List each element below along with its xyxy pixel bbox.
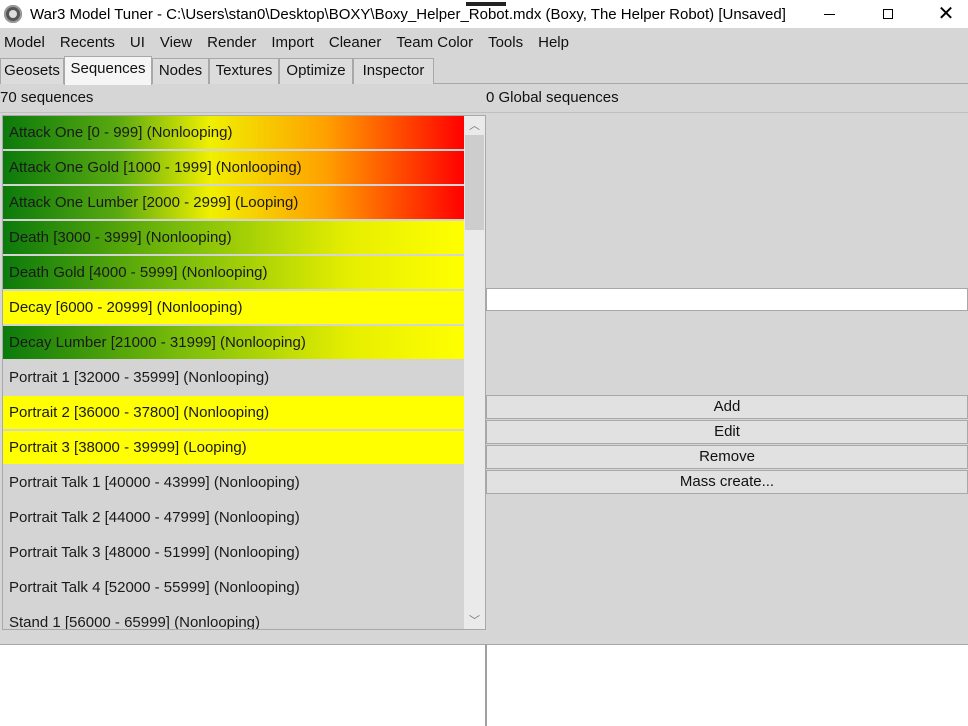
sequence-list-item[interactable]: Attack One Lumber [2000 - 2999] (Looping… xyxy=(3,186,464,219)
sequence-list-item[interactable]: Death Gold [4000 - 5999] (Nonlooping) xyxy=(3,256,464,289)
sequences-panel: 70 sequences 0 Global sequences Attack O… xyxy=(0,84,968,644)
menu-cleaner[interactable]: Cleaner xyxy=(325,34,388,51)
sequence-list-item[interactable]: Attack One Gold [1000 - 1999] (Nonloopin… xyxy=(3,151,464,184)
minimize-button[interactable] xyxy=(806,0,852,28)
bottom-divider-horizontal xyxy=(0,644,968,645)
tab-nodes[interactable]: Nodes xyxy=(152,58,209,84)
sequence-list-item[interactable]: Portrait Talk 3 [48000 - 51999] (Nonloop… xyxy=(3,536,464,569)
close-icon: ✕ xyxy=(937,3,955,25)
sequence-list-item[interactable]: Portrait Talk 4 [52000 - 55999] (Nonloop… xyxy=(3,571,464,604)
global-sequence-list[interactable] xyxy=(486,115,968,369)
maximize-button[interactable] xyxy=(865,0,911,28)
menu-ui[interactable]: UI xyxy=(126,34,151,51)
scroll-thumb[interactable] xyxy=(465,135,484,230)
app-gear-icon[interactable] xyxy=(4,5,22,23)
scroll-up-icon[interactable]: ︿ xyxy=(464,116,485,134)
edit-button[interactable]: Edit xyxy=(486,420,968,444)
menu-import[interactable]: Import xyxy=(267,34,320,51)
sequence-list-item[interactable]: Portrait Talk 1 [40000 - 43999] (Nonloop… xyxy=(3,466,464,499)
minimize-icon xyxy=(823,13,835,15)
global-sequence-input[interactable] xyxy=(486,288,968,311)
sequence-list-item[interactable]: Portrait 3 [38000 - 39999] (Looping) xyxy=(3,431,464,464)
sequence-list[interactable]: Attack One [0 - 999] (Nonlooping) Attack … xyxy=(2,115,486,630)
menu-view[interactable]: View xyxy=(156,34,198,51)
add-button[interactable]: Add xyxy=(486,395,968,419)
sequence-list-item[interactable]: Decay Lumber [21000 - 31999] (Nonlooping… xyxy=(3,326,464,359)
menu-recents[interactable]: Recents xyxy=(56,34,121,51)
tab-sequences[interactable]: Sequences xyxy=(64,56,152,85)
maximize-icon xyxy=(883,9,893,19)
tab-textures[interactable]: Textures xyxy=(209,58,279,84)
capture-indicator xyxy=(466,2,506,6)
global-sequence-count-label: 0 Global sequences xyxy=(486,89,619,106)
sequence-count-label: 70 sequences xyxy=(0,89,94,106)
menu-help[interactable]: Help xyxy=(534,34,575,51)
tab-geosets[interactable]: Geosets xyxy=(0,58,64,84)
sequence-list-item[interactable]: Portrait 1 [32000 - 35999] (Nonlooping) xyxy=(3,361,464,394)
sequence-list-item[interactable]: Attack One [0 - 999] (Nonlooping) xyxy=(3,116,464,149)
window-title: War3 Model Tuner - C:\Users\stan0\Deskto… xyxy=(30,5,786,23)
menu-bar: Model Recents UI View Render Import Clea… xyxy=(0,28,968,56)
menu-model[interactable]: Model xyxy=(0,34,51,51)
sequence-list-item[interactable]: Portrait Talk 2 [44000 - 47999] (Nonloop… xyxy=(3,501,464,534)
menu-render[interactable]: Render xyxy=(203,34,262,51)
menu-team-color[interactable]: Team Color xyxy=(392,34,479,51)
sequence-list-scrollbar[interactable]: ︿ ﹀ xyxy=(464,116,485,629)
sequence-list-item[interactable]: Stand 1 [56000 - 65999] (Nonlooping) xyxy=(3,606,464,629)
remove-button[interactable]: Remove xyxy=(486,445,968,469)
sequence-list-item[interactable]: Decay [6000 - 20999] (Nonlooping) xyxy=(3,291,464,324)
title-bar: War3 Model Tuner - C:\Users\stan0\Deskto… xyxy=(0,0,968,28)
close-button[interactable]: ✕ xyxy=(923,0,968,28)
sequence-list-item[interactable]: Death [3000 - 3999] (Nonlooping) xyxy=(3,221,464,254)
scroll-down-icon[interactable]: ﹀ xyxy=(464,611,485,629)
mass-create-button[interactable]: Mass create... xyxy=(486,470,968,494)
tab-strip: Geosets Sequences Nodes Textures Optimiz… xyxy=(0,56,968,85)
bottom-divider-vertical xyxy=(485,644,487,726)
header-divider xyxy=(0,112,968,113)
tab-optimize[interactable]: Optimize xyxy=(279,58,353,84)
menu-tools[interactable]: Tools xyxy=(484,34,529,51)
sequence-list-item[interactable]: Portrait 2 [36000 - 37800] (Nonlooping) xyxy=(3,396,464,429)
tab-inspector[interactable]: Inspector xyxy=(353,58,434,84)
